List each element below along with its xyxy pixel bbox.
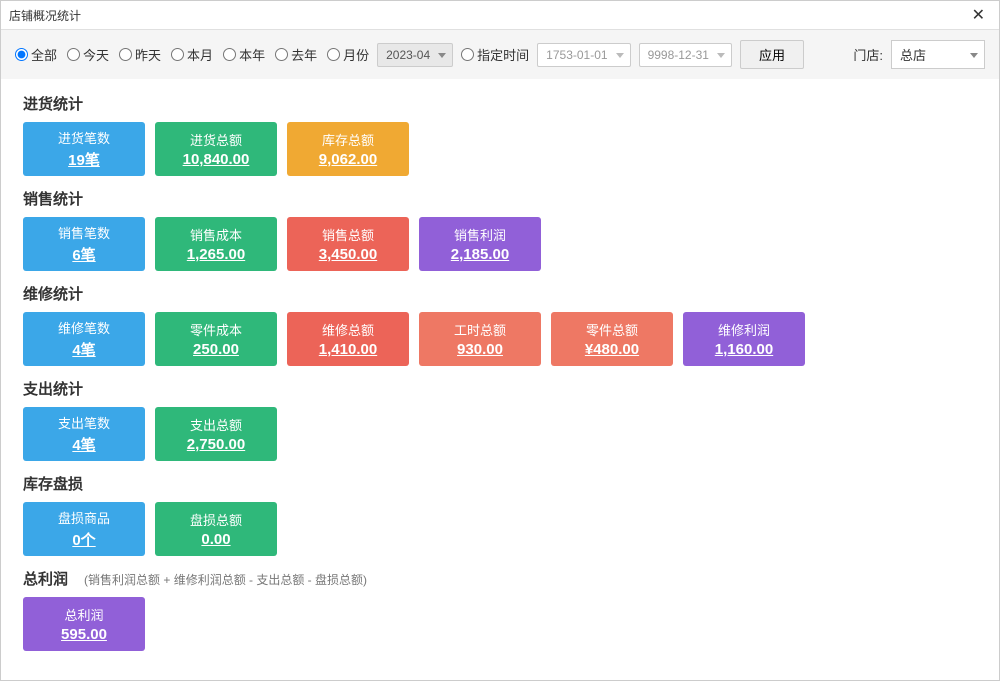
section-expense: 支出统计 支出笔数4笔 支出总额2,750.00 — [23, 378, 977, 461]
section-title-expense: 支出统计 — [23, 378, 83, 399]
section-title-purchase: 进货统计 — [23, 93, 83, 114]
stats-window: 店铺概况统计 ✕ 全部 今天 昨天 本月 本年 去年 月份 2023-04 指定… — [0, 0, 1000, 681]
card-repair-parts[interactable]: 零件总额¥480.00 — [551, 312, 673, 366]
radio-all[interactable]: 全部 — [15, 45, 57, 64]
card-sales-total[interactable]: 销售总额3,450.00 — [287, 217, 409, 271]
card-loss-count[interactable]: 盘损商品0个 — [23, 502, 145, 556]
section-title-sales: 销售统计 — [23, 188, 83, 209]
section-profit: 总利润 (销售利润总额 + 维修利润总额 - 支出总额 - 盘损总额) 总利润5… — [23, 568, 977, 651]
store-label: 门店: — [841, 45, 883, 64]
window-title: 店铺概况统计 — [9, 7, 81, 24]
section-title-profit: 总利润 — [23, 568, 68, 589]
radio-today[interactable]: 今天 — [67, 45, 109, 64]
card-total-profit[interactable]: 总利润595.00 — [23, 597, 145, 651]
card-sales-profit[interactable]: 销售利润2,185.00 — [419, 217, 541, 271]
month-select[interactable]: 2023-04 — [377, 43, 453, 67]
filter-toolbar: 全部 今天 昨天 本月 本年 去年 月份 2023-04 指定时间 1753-0… — [1, 30, 999, 79]
section-sales: 销售统计 销售笔数6笔 销售成本1,265.00 销售总额3,450.00 销售… — [23, 188, 977, 271]
card-purchase-total[interactable]: 进货总额10,840.00 — [155, 122, 277, 176]
card-loss-total[interactable]: 盘损总额0.00 — [155, 502, 277, 556]
date-to-input[interactable]: 9998-12-31 — [639, 43, 732, 67]
card-repair-total[interactable]: 维修总额1,410.00 — [287, 312, 409, 366]
radio-this-year[interactable]: 本年 — [223, 45, 265, 64]
card-expense-count[interactable]: 支出笔数4笔 — [23, 407, 145, 461]
content-area: 进货统计 进货笔数19笔 进货总额10,840.00 库存总额9,062.00 … — [1, 79, 999, 680]
section-loss: 库存盘损 盘损商品0个 盘损总额0.00 — [23, 473, 977, 556]
store-select[interactable]: 总店 — [891, 40, 985, 69]
section-title-loss: 库存盘损 — [23, 473, 83, 494]
card-repair-profit[interactable]: 维修利润1,160.00 — [683, 312, 805, 366]
radio-this-month[interactable]: 本月 — [171, 45, 213, 64]
apply-button[interactable]: 应用 — [740, 40, 804, 69]
card-purchase-count[interactable]: 进货笔数19笔 — [23, 122, 145, 176]
titlebar: 店铺概况统计 ✕ — [1, 1, 999, 30]
section-repair: 维修统计 维修笔数4笔 零件成本250.00 维修总额1,410.00 工时总额… — [23, 283, 977, 366]
section-purchase: 进货统计 进货笔数19笔 进货总额10,840.00 库存总额9,062.00 — [23, 93, 977, 176]
card-expense-total[interactable]: 支出总额2,750.00 — [155, 407, 277, 461]
card-repair-parts-cost[interactable]: 零件成本250.00 — [155, 312, 277, 366]
close-icon[interactable]: ✕ — [966, 5, 991, 25]
card-repair-count[interactable]: 维修笔数4笔 — [23, 312, 145, 366]
radio-custom[interactable]: 指定时间 — [461, 45, 529, 64]
radio-yesterday[interactable]: 昨天 — [119, 45, 161, 64]
date-range-radios: 全部 今天 昨天 本月 本年 去年 月份 — [15, 45, 369, 64]
profit-formula-note: (销售利润总额 + 维修利润总额 - 支出总额 - 盘损总额) — [84, 571, 367, 588]
card-stock-total[interactable]: 库存总额9,062.00 — [287, 122, 409, 176]
section-title-repair: 维修统计 — [23, 283, 83, 304]
radio-month[interactable]: 月份 — [327, 45, 369, 64]
card-sales-count[interactable]: 销售笔数6笔 — [23, 217, 145, 271]
radio-last-year[interactable]: 去年 — [275, 45, 317, 64]
card-sales-cost[interactable]: 销售成本1,265.00 — [155, 217, 277, 271]
card-repair-labor[interactable]: 工时总额930.00 — [419, 312, 541, 366]
date-from-input[interactable]: 1753-01-01 — [537, 43, 630, 67]
